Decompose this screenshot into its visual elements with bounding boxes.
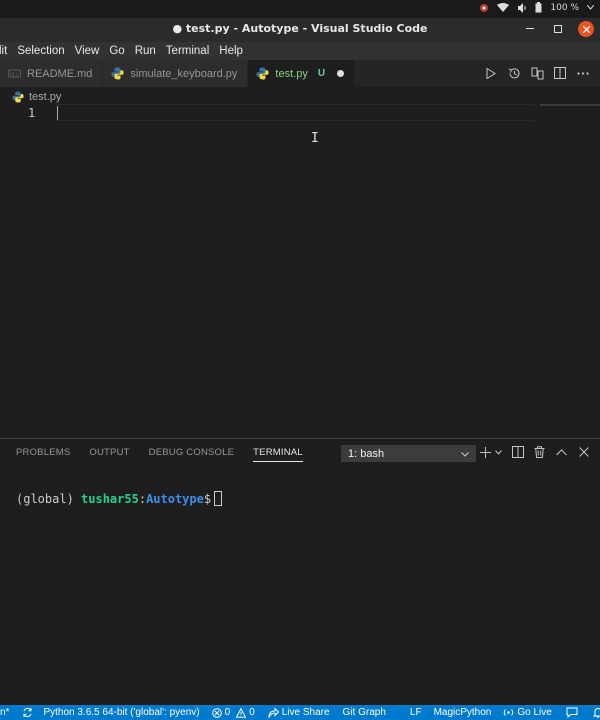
close-icon[interactable] bbox=[578, 21, 594, 37]
language-mode[interactable]: MagicPython bbox=[434, 707, 492, 718]
chevron-up-icon[interactable] bbox=[555, 445, 568, 459]
python-icon bbox=[111, 67, 124, 80]
maximize-icon[interactable] bbox=[550, 21, 566, 37]
battery-label: 100 % bbox=[550, 2, 579, 13]
markdown-icon: M↓ bbox=[8, 67, 21, 80]
system-tray[interactable]: 100 % bbox=[479, 2, 594, 13]
line-number: 1 bbox=[28, 106, 36, 120]
menu-bar: lit Selection View Go Run Terminal Help bbox=[0, 42, 600, 60]
window-title: ● test.py - Autotype - Visual Studio Cod… bbox=[172, 22, 428, 35]
close-icon[interactable] bbox=[577, 445, 590, 459]
new-terminal-icon[interactable] bbox=[479, 445, 492, 459]
wifi-icon[interactable] bbox=[497, 2, 510, 13]
sync-icon[interactable] bbox=[22, 707, 36, 718]
go-live-label: Go Live bbox=[517, 707, 552, 718]
breadcrumb[interactable]: test.py bbox=[12, 90, 61, 104]
menu-go[interactable]: Go bbox=[104, 45, 129, 57]
tab-problems[interactable]: PROBLEMS bbox=[16, 447, 70, 462]
problems-indicator[interactable]: 0 0 bbox=[211, 707, 255, 718]
tab-label: simulate_keyboard.py bbox=[130, 67, 238, 80]
prompt-user: tushar55 bbox=[81, 492, 139, 506]
tab-simulate-keyboard[interactable]: simulate_keyboard.py bbox=[103, 60, 249, 87]
live-share-button[interactable]: Live Share bbox=[268, 707, 330, 718]
tab-debug-console[interactable]: DEBUG CONSOLE bbox=[149, 447, 234, 462]
prompt-directory: Autotype bbox=[146, 492, 204, 506]
unsaved-dot-icon[interactable] bbox=[337, 70, 345, 77]
warning-icon bbox=[236, 707, 247, 718]
indicator-icon[interactable] bbox=[479, 3, 489, 13]
terminal-cursor bbox=[214, 491, 223, 506]
split-editor-icon[interactable] bbox=[553, 66, 567, 80]
error-count: 0 bbox=[224, 707, 231, 718]
system-top-bar: 100 % bbox=[0, 0, 600, 18]
prompt-suffix: $ bbox=[203, 492, 212, 506]
menu-view[interactable]: View bbox=[70, 45, 105, 57]
terminal-select-value: 1: bash bbox=[348, 447, 385, 460]
text-caret bbox=[57, 106, 58, 120]
python-icon bbox=[12, 91, 24, 103]
trash-icon[interactable] bbox=[533, 445, 546, 459]
tab-label: README.md bbox=[27, 67, 93, 80]
live-share-icon bbox=[268, 707, 279, 718]
window-controls bbox=[522, 21, 594, 37]
history-icon[interactable] bbox=[507, 66, 521, 80]
python-icon bbox=[256, 67, 269, 80]
menu-terminal[interactable]: Terminal bbox=[161, 45, 214, 57]
title-bar: ● test.py - Autotype - Visual Studio Cod… bbox=[0, 18, 600, 42]
panel-actions bbox=[479, 445, 590, 459]
svg-text:M↓: M↓ bbox=[10, 72, 19, 78]
notifications-bell-icon[interactable] bbox=[592, 707, 600, 718]
feedback-icon[interactable] bbox=[566, 707, 581, 718]
run-icon[interactable] bbox=[484, 66, 498, 80]
status-fragment[interactable]: n* bbox=[0, 707, 9, 718]
chevron-down-icon[interactable] bbox=[587, 5, 594, 10]
live-share-label: Live Share bbox=[281, 707, 330, 718]
prompt-separator: : bbox=[138, 492, 147, 506]
volume-icon[interactable] bbox=[517, 2, 527, 13]
go-live-button[interactable]: Go Live bbox=[503, 707, 552, 718]
compare-changes-icon[interactable] bbox=[530, 66, 544, 80]
chevron-down-icon bbox=[461, 448, 469, 460]
split-terminal-icon[interactable] bbox=[511, 445, 524, 459]
menu-selection[interactable]: Selection bbox=[12, 45, 69, 57]
bottom-panel: PROBLEMS OUTPUT DEBUG CONSOLE TERMINAL 1… bbox=[0, 438, 600, 705]
tab-test-py[interactable]: test.py U bbox=[248, 60, 356, 87]
tab-label: test.py bbox=[275, 67, 308, 80]
code-editor[interactable]: 1 I bbox=[0, 104, 600, 438]
chevron-down-icon[interactable] bbox=[494, 445, 502, 459]
tab-output[interactable]: OUTPUT bbox=[89, 447, 129, 462]
terminal-select[interactable]: 1: bash bbox=[341, 445, 476, 462]
tab-readme[interactable]: M↓ README.md bbox=[0, 60, 104, 87]
tab-terminal[interactable]: TERMINAL bbox=[253, 447, 303, 462]
status-bar: n* Python 3.6.5 64-bit ('global': pyenv)… bbox=[0, 705, 600, 720]
mouse-ibeam-icon: I bbox=[311, 131, 319, 146]
breadcrumb-file[interactable]: test.py bbox=[29, 91, 61, 103]
prompt-env: (global) bbox=[16, 492, 82, 506]
more-actions-icon[interactable] bbox=[576, 66, 590, 80]
panel-tabs: PROBLEMS OUTPUT DEBUG CONSOLE TERMINAL bbox=[16, 447, 303, 462]
error-icon bbox=[211, 707, 222, 718]
terminal-prompt[interactable]: (global) tushar55:Autotype$ bbox=[16, 491, 223, 506]
battery-icon[interactable] bbox=[535, 2, 542, 13]
current-line-highlight bbox=[55, 104, 535, 121]
minimize-icon[interactable] bbox=[522, 21, 538, 37]
untracked-badge: U bbox=[317, 68, 326, 79]
warning-count: 0 bbox=[249, 707, 255, 718]
menu-edit[interactable]: lit bbox=[0, 45, 12, 57]
menu-run[interactable]: Run bbox=[130, 45, 161, 57]
eol-indicator[interactable]: LF bbox=[410, 707, 422, 718]
minimap-indicator bbox=[540, 104, 600, 106]
menu-help[interactable]: Help bbox=[214, 45, 248, 57]
git-graph-button[interactable]: Git Graph bbox=[343, 707, 386, 718]
editor-actions bbox=[484, 66, 590, 80]
python-interpreter[interactable]: Python 3.6.5 64-bit ('global': pyenv) bbox=[43, 707, 199, 718]
broadcast-icon bbox=[504, 709, 514, 716]
